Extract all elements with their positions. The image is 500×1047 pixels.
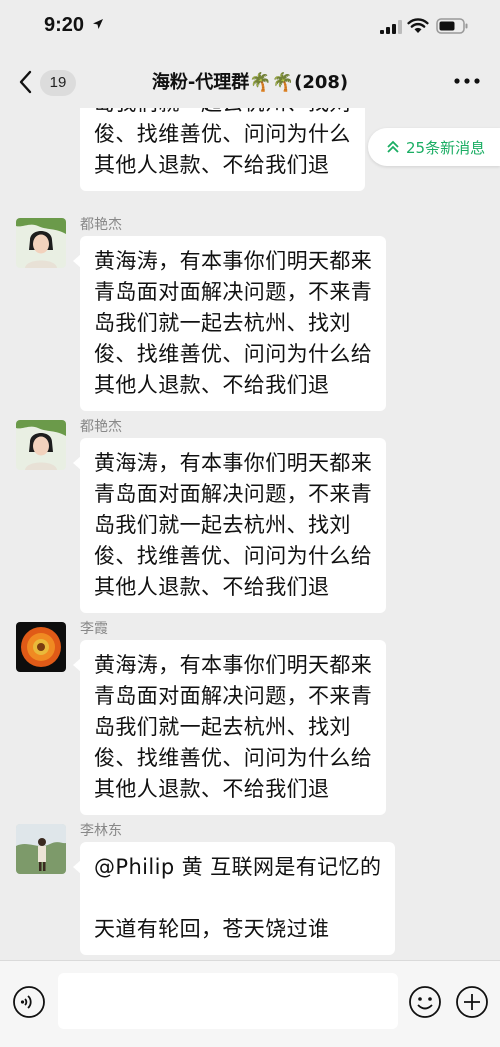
sender-name: 都艳杰 — [80, 217, 122, 233]
new-messages-label: 25条新消息 — [406, 139, 486, 157]
sender-name: 李林东 — [80, 823, 122, 839]
chat-title: 海粉-代理群🌴🌴(208) — [151, 72, 349, 93]
add-icon[interactable] — [455, 985, 489, 1019]
back-button[interactable]: 19 — [14, 66, 76, 98]
sender-name: 都艳杰 — [80, 419, 122, 435]
status-time: 9:20 — [44, 14, 85, 36]
message-list[interactable]: 岛我们就一起去杭州、找刘 俊、找维善优、问问为什么 其他人退款、不给我们退 都艳… — [0, 108, 500, 960]
avatar[interactable] — [16, 420, 66, 470]
battery-icon — [436, 18, 468, 34]
message-bubble[interactable]: 岛我们就一起去杭州、找刘 俊、找维善优、问问为什么 其他人退款、不给我们退 — [80, 108, 365, 191]
avatar[interactable] — [16, 218, 66, 268]
sender-name: 李霞 — [80, 621, 108, 637]
voice-input-icon[interactable] — [12, 985, 46, 1019]
message-input[interactable] — [58, 973, 398, 1029]
wifi-icon — [407, 18, 429, 33]
message-bubble[interactable]: @Philip 黄 互联网是有记忆的 天道有轮回，苍天饶过谁 — [72, 842, 396, 955]
message-bubble[interactable]: 黄海涛，有本事你们明天都来 青岛面对面解决问题，不来青 岛我们就一起去杭州、找刘… — [72, 438, 387, 613]
more-options-icon[interactable] — [452, 74, 482, 88]
chat-header: 19 海粉-代理群🌴🌴(208) — [0, 56, 500, 108]
message-bubble[interactable]: 黄海涛，有本事你们明天都来 青岛面对面解决问题，不来青 岛我们就一起去杭州、找刘… — [72, 640, 387, 815]
double-chevron-up-icon — [387, 140, 399, 153]
status-bar: 9:20 — [0, 0, 500, 56]
emoji-icon[interactable] — [408, 985, 442, 1019]
chevron-left-icon — [19, 70, 32, 94]
cellular-signal-icon — [380, 20, 402, 34]
message-bubble[interactable]: 黄海涛，有本事你们明天都来 青岛面对面解决问题，不来青 岛我们就一起去杭州、找刘… — [72, 236, 387, 411]
new-messages-button[interactable]: 25条新消息 — [368, 128, 500, 166]
location-arrow-icon — [93, 19, 103, 29]
avatar[interactable] — [16, 824, 66, 874]
unread-count-badge: 19 — [40, 70, 76, 96]
input-bar — [0, 960, 500, 1047]
avatar[interactable] — [16, 622, 66, 672]
